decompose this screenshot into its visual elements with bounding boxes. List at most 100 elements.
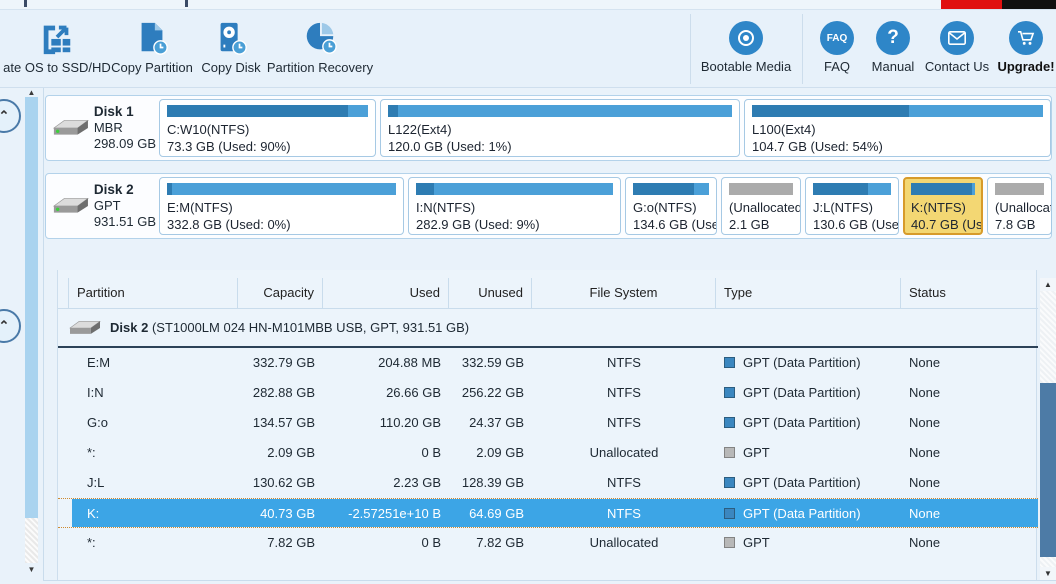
partition-used-fill — [167, 105, 348, 117]
partition-tile-label: J:L(NTFS) — [813, 199, 891, 216]
cell-status: None — [901, 468, 1038, 498]
cell-capacity: 332.79 GB — [238, 348, 323, 378]
partition-tile[interactable]: L122(Ext4)120.0 GB (Used: 1%) — [380, 99, 740, 157]
partition-type-icon — [724, 357, 735, 368]
table-row[interactable]: J:L130.62 GB2.23 GB128.39 GBNTFSGPT (Dat… — [58, 468, 1038, 498]
toolbar-item-copy-partition[interactable]: Copy Partition — [108, 20, 196, 84]
copy-partition-icon — [133, 20, 171, 56]
cell-partition: *: — [69, 528, 238, 558]
header-gutter — [58, 278, 69, 308]
collapse-diskmap-button[interactable]: ⌃ — [0, 99, 21, 133]
clipped-menu-mark — [185, 0, 188, 7]
disk-group-row[interactable]: Disk 2 (ST1000LM 024 HN-M101MBB USB, GPT… — [58, 309, 1038, 346]
column-header-capacity[interactable]: Capacity — [238, 278, 323, 308]
partition-used-fill — [416, 183, 434, 195]
partition-tile-info: 120.0 GB (Used: 1%) — [388, 138, 732, 155]
scroll-down-icon[interactable]: ▼ — [25, 565, 38, 575]
table-row[interactable]: G:o134.57 GB110.20 GB24.37 GBNTFSGPT (Da… — [58, 408, 1038, 438]
partition-type-icon — [724, 537, 735, 548]
cell-status: None — [901, 499, 1038, 529]
cell-type: GPT (Data Partition) — [716, 378, 901, 408]
collapse-table-button[interactable]: ⌃ — [0, 309, 21, 343]
toolbar-item-manual[interactable]: ? Manual — [864, 20, 922, 84]
column-header-status[interactable]: Status — [901, 278, 1038, 308]
disk-map-disk-2: Disk 2 GPT 931.51 GB E:M(NTFS)332.8 GB (… — [45, 173, 1052, 239]
partition-usage-bar — [416, 183, 613, 195]
left-scrollbar-track[interactable] — [25, 518, 38, 563]
toolbar-label: FAQ — [812, 59, 862, 74]
cell-used: 26.66 GB — [323, 378, 449, 408]
right-scrollbar[interactable]: ▲ ▼ — [1040, 278, 1056, 580]
column-header-partition[interactable]: Partition — [69, 278, 238, 308]
row-gutter — [58, 468, 69, 498]
cell-unused: 2.09 GB — [449, 438, 532, 468]
partition-usage-bar — [167, 105, 368, 117]
table-row[interactable]: *:2.09 GB0 B2.09 GBUnallocatedGPTNone — [58, 438, 1038, 468]
bootable-media-icon — [729, 21, 763, 55]
partition-tile-info: 282.9 GB (Used: 9%) — [416, 216, 613, 233]
column-header-file-system[interactable]: File System — [532, 278, 716, 308]
partition-type-icon — [724, 417, 735, 428]
partition-tile-label: G:o(NTFS) — [633, 199, 709, 216]
partition-tile[interactable]: G:o(NTFS)134.6 GB (Used — [625, 177, 717, 235]
cell-unused: 128.39 GB — [449, 468, 532, 498]
partition-tile[interactable]: (Unallocated7.8 GB — [987, 177, 1052, 235]
partition-tile[interactable]: L100(Ext4)104.7 GB (Used: 54%) — [744, 99, 1051, 157]
table-row[interactable]: E:M332.79 GB204.88 MB332.59 GBNTFSGPT (D… — [58, 348, 1038, 378]
toolbar-item-migrate-os[interactable]: ate OS to SSD/HD — [0, 20, 114, 84]
partition-used-fill — [633, 183, 694, 195]
partition-usage-bar — [167, 183, 396, 195]
column-header-used[interactable]: Used — [323, 278, 449, 308]
partition-tile[interactable]: I:N(NTFS)282.9 GB (Used: 9%) — [408, 177, 621, 235]
clipped-menu-mark — [24, 0, 27, 7]
toolbar-item-copy-disk[interactable]: Copy Disk — [196, 20, 266, 84]
left-scrollbar[interactable]: ▲ ▼ — [25, 88, 38, 580]
column-header-type[interactable]: Type — [716, 278, 901, 308]
table-row[interactable]: *:7.82 GB0 B7.82 GBUnallocatedGPTNone — [58, 528, 1038, 558]
table-rows: E:M332.79 GB204.88 MB332.59 GBNTFSGPT (D… — [58, 348, 1038, 558]
cell-file-system: NTFS — [532, 468, 716, 498]
brand-logo-black — [1002, 0, 1056, 9]
column-header-unused[interactable]: Unused — [449, 278, 532, 308]
scroll-down-icon[interactable]: ▼ — [1040, 567, 1056, 580]
toolbar-item-faq[interactable]: FAQ FAQ — [812, 20, 862, 84]
disk-2-label[interactable]: Disk 2 GPT 931.51 GB — [46, 174, 156, 238]
cell-unused: 332.59 GB — [449, 348, 532, 378]
partition-tile[interactable]: K:(NTFS)40.7 GB (Us — [903, 177, 983, 235]
partition-tile[interactable]: (Unallocated2.1 GB — [721, 177, 801, 235]
partition-usage-bar — [729, 183, 793, 195]
disk-scheme: GPT — [94, 198, 156, 214]
partition-tile[interactable]: C:W10(NTFS)73.3 GB (Used: 90%) — [159, 99, 376, 157]
cell-file-system: NTFS — [532, 499, 716, 529]
migrate-os-icon — [38, 20, 76, 56]
disk-1-partitions: C:W10(NTFS)73.3 GB (Used: 90%)L122(Ext4)… — [156, 96, 1054, 160]
cell-used: 0 B — [323, 438, 449, 468]
partition-tile[interactable]: E:M(NTFS)332.8 GB (Used: 0%) — [159, 177, 404, 235]
cell-type: GPT (Data Partition) — [716, 499, 901, 529]
disk-1-label[interactable]: Disk 1 MBR 298.09 GB — [46, 96, 156, 160]
faq-icon: FAQ — [820, 21, 854, 55]
toolbar-item-contact-us[interactable]: Contact Us — [922, 20, 992, 84]
toolbar-label: Manual — [864, 59, 922, 74]
toolbar-item-upgrade[interactable]: Upgrade! — [992, 20, 1056, 84]
left-scrollbar-thumb[interactable] — [25, 97, 38, 518]
partition-tile-label: K:(NTFS) — [911, 199, 975, 216]
partition-tile-label: E:M(NTFS) — [167, 199, 396, 216]
bottom-divider — [43, 580, 1056, 581]
cell-partition: I:N — [69, 378, 238, 408]
scroll-up-icon[interactable]: ▲ — [25, 88, 38, 97]
cell-type: GPT (Data Partition) — [716, 408, 901, 438]
table-row[interactable]: K:40.73 GB-2.57251e+10 B64.69 GBNTFSGPT … — [58, 498, 1038, 528]
partition-tile-info: 73.3 GB (Used: 90%) — [167, 138, 368, 155]
table-row[interactable]: I:N282.88 GB26.66 GB256.22 GBNTFSGPT (Da… — [58, 378, 1038, 408]
cell-status: None — [901, 378, 1038, 408]
upgrade-cart-icon — [1009, 21, 1043, 55]
scroll-up-icon[interactable]: ▲ — [1040, 278, 1056, 291]
partition-tile[interactable]: J:L(NTFS)130.6 GB (Used — [805, 177, 899, 235]
copy-disk-icon — [212, 20, 250, 56]
toolbar-item-bootable-media[interactable]: Bootable Media — [692, 20, 800, 84]
cell-partition: G:o — [69, 408, 238, 438]
toolbar-item-partition-recovery[interactable]: Partition Recovery — [265, 20, 375, 84]
toolbar-separator — [690, 14, 691, 84]
right-scrollbar-thumb[interactable] — [1040, 383, 1056, 557]
